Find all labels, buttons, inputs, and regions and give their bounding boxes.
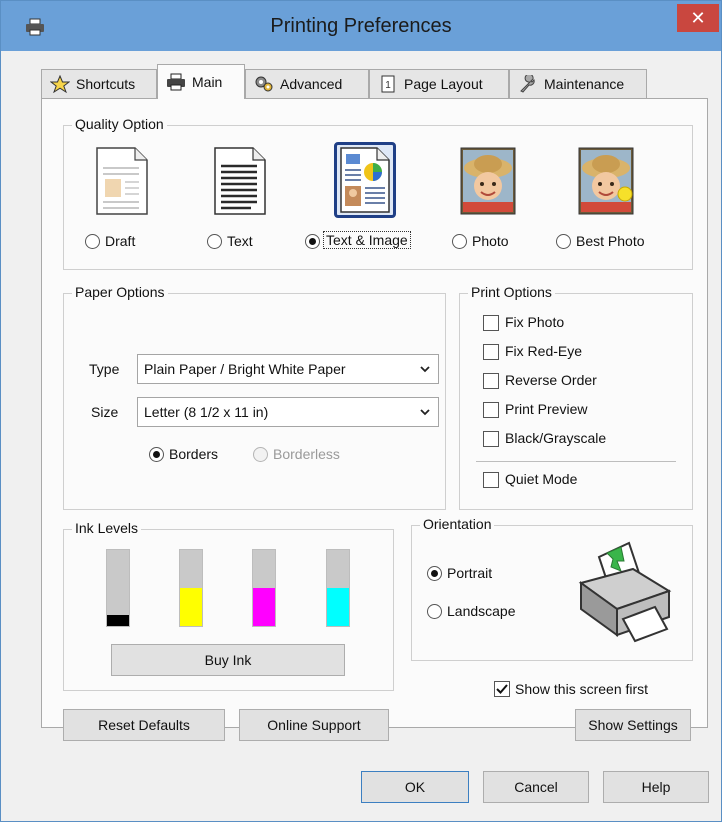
tab-main[interactable]: Main bbox=[157, 64, 245, 99]
paper-options-title: Paper Options bbox=[72, 284, 168, 300]
tab-label: Page Layout bbox=[404, 76, 483, 92]
tab-shortcuts[interactable]: Shortcuts bbox=[41, 69, 157, 98]
quiet-mode-label: Quiet Mode bbox=[505, 471, 578, 487]
paper-size-select[interactable]: Letter (8 1/2 x 11 in) bbox=[137, 397, 439, 427]
paper-type-value: Plain Paper / Bright White Paper bbox=[144, 361, 346, 377]
chevron-down-icon bbox=[420, 366, 430, 373]
draft-document-icon[interactable] bbox=[93, 146, 151, 216]
borders-label: Borders bbox=[169, 446, 219, 462]
quiet-mode-checkbox[interactable] bbox=[483, 472, 499, 488]
show-settings-label: Show Settings bbox=[588, 717, 678, 733]
cancel-label: Cancel bbox=[514, 779, 558, 795]
print-options-title: Print Options bbox=[468, 284, 555, 300]
fix-photo-label: Fix Photo bbox=[505, 314, 565, 330]
tab-label: Advanced bbox=[280, 76, 343, 92]
orientation-title: Orientation bbox=[420, 516, 495, 532]
tab-label: Maintenance bbox=[544, 76, 625, 92]
best-photo-radio[interactable] bbox=[556, 234, 571, 249]
reset-defaults-button[interactable]: Reset Defaults bbox=[63, 709, 225, 741]
ok-label: OK bbox=[404, 779, 426, 795]
black-ink-tank bbox=[106, 549, 130, 627]
online-support-label: Online Support bbox=[267, 717, 361, 733]
print-preview-label: Print Preview bbox=[505, 401, 588, 417]
show-screen-first-checkbox[interactable] bbox=[494, 681, 510, 697]
show-settings-button[interactable]: Show Settings bbox=[575, 709, 691, 741]
portrait-radio[interactable] bbox=[427, 566, 442, 581]
close-icon: ✕ bbox=[690, 8, 706, 28]
title-bar[interactable]: Printing Preferences ✕ bbox=[1, 1, 721, 51]
show-screen-first-label: Show this screen first bbox=[515, 681, 649, 697]
paper-size-value: Letter (8 1/2 x 11 in) bbox=[144, 404, 269, 420]
printer-portrait-icon bbox=[578, 541, 672, 643]
borderless-label: Borderless bbox=[273, 446, 340, 462]
help-label: Help bbox=[641, 779, 671, 795]
tab-label: Main bbox=[192, 74, 223, 90]
photo-label: Photo bbox=[472, 233, 509, 249]
photo-radio[interactable] bbox=[452, 234, 467, 249]
size-label: Size bbox=[91, 404, 119, 420]
star-icon bbox=[50, 75, 70, 93]
magenta-ink-level bbox=[253, 588, 275, 626]
cyan-ink-level bbox=[327, 588, 349, 626]
borders-radio[interactable] bbox=[149, 447, 164, 462]
reverse-order-checkbox[interactable] bbox=[483, 373, 499, 389]
wrench-icon bbox=[520, 75, 535, 93]
reverse-order-label: Reverse Order bbox=[505, 372, 597, 388]
reset-defaults-label: Reset Defaults bbox=[98, 717, 190, 733]
text-radio[interactable] bbox=[207, 234, 222, 249]
photo-icon[interactable] bbox=[459, 146, 517, 216]
tab-advanced[interactable]: Advanced bbox=[245, 69, 369, 98]
magenta-ink-tank bbox=[252, 549, 276, 627]
black-grayscale-checkbox[interactable] bbox=[483, 431, 499, 447]
checkmark-icon bbox=[496, 684, 508, 694]
window-title: Printing Preferences bbox=[270, 15, 452, 37]
black-ink-level bbox=[107, 614, 129, 626]
text-image-radio[interactable] bbox=[305, 234, 320, 249]
best-photo-icon[interactable] bbox=[577, 146, 635, 216]
text-image-label: Text & Image bbox=[323, 231, 411, 249]
gears-icon bbox=[255, 76, 273, 92]
paper-type-select[interactable]: Plain Paper / Bright White Paper bbox=[137, 354, 439, 384]
black-grayscale-label: Black/Grayscale bbox=[505, 430, 607, 446]
ok-button[interactable]: OK bbox=[361, 771, 469, 803]
print-preview-checkbox[interactable] bbox=[483, 402, 499, 418]
print-options-divider bbox=[476, 461, 676, 462]
tab-maintenance[interactable]: Maintenance bbox=[509, 69, 647, 98]
landscape-label: Landscape bbox=[447, 603, 516, 619]
best-photo-label: Best Photo bbox=[576, 233, 645, 249]
fix-red-eye-checkbox[interactable] bbox=[483, 344, 499, 360]
printer-icon bbox=[167, 73, 185, 91]
printing-preferences-window: Printing Preferences ✕ Shortcuts Main Ad… bbox=[0, 0, 722, 822]
tab-label: Shortcuts bbox=[76, 76, 136, 92]
cyan-ink-tank bbox=[326, 549, 350, 627]
text-document-icon[interactable] bbox=[211, 146, 269, 216]
chevron-down-icon bbox=[420, 409, 430, 416]
buy-ink-label: Buy Ink bbox=[204, 652, 252, 668]
fix-red-eye-label: Fix Red-Eye bbox=[505, 343, 583, 359]
cancel-button[interactable]: Cancel bbox=[483, 771, 589, 803]
ink-levels-title: Ink Levels bbox=[72, 520, 142, 536]
quality-option-title: Quality Option bbox=[72, 116, 167, 132]
yellow-ink-tank bbox=[179, 549, 203, 627]
close-button[interactable]: ✕ bbox=[677, 4, 719, 32]
tab-page-layout[interactable]: 1 Page Layout bbox=[369, 69, 509, 98]
portrait-label: Portrait bbox=[447, 565, 493, 581]
borderless-radio[interactable] bbox=[253, 447, 268, 462]
buy-ink-button[interactable]: Buy Ink bbox=[111, 644, 345, 676]
fix-photo-checkbox[interactable] bbox=[483, 315, 499, 331]
type-label: Type bbox=[89, 361, 120, 377]
online-support-button[interactable]: Online Support bbox=[239, 709, 389, 741]
text-image-document-icon[interactable] bbox=[337, 146, 393, 214]
draft-radio[interactable] bbox=[85, 234, 100, 249]
landscape-radio[interactable] bbox=[427, 604, 442, 619]
text-label: Text bbox=[227, 233, 253, 249]
svg-text:1: 1 bbox=[385, 80, 391, 91]
page-layout-icon: 1 bbox=[381, 75, 395, 93]
draft-label: Draft bbox=[105, 233, 136, 249]
help-button[interactable]: Help bbox=[603, 771, 709, 803]
yellow-ink-level bbox=[180, 588, 202, 626]
